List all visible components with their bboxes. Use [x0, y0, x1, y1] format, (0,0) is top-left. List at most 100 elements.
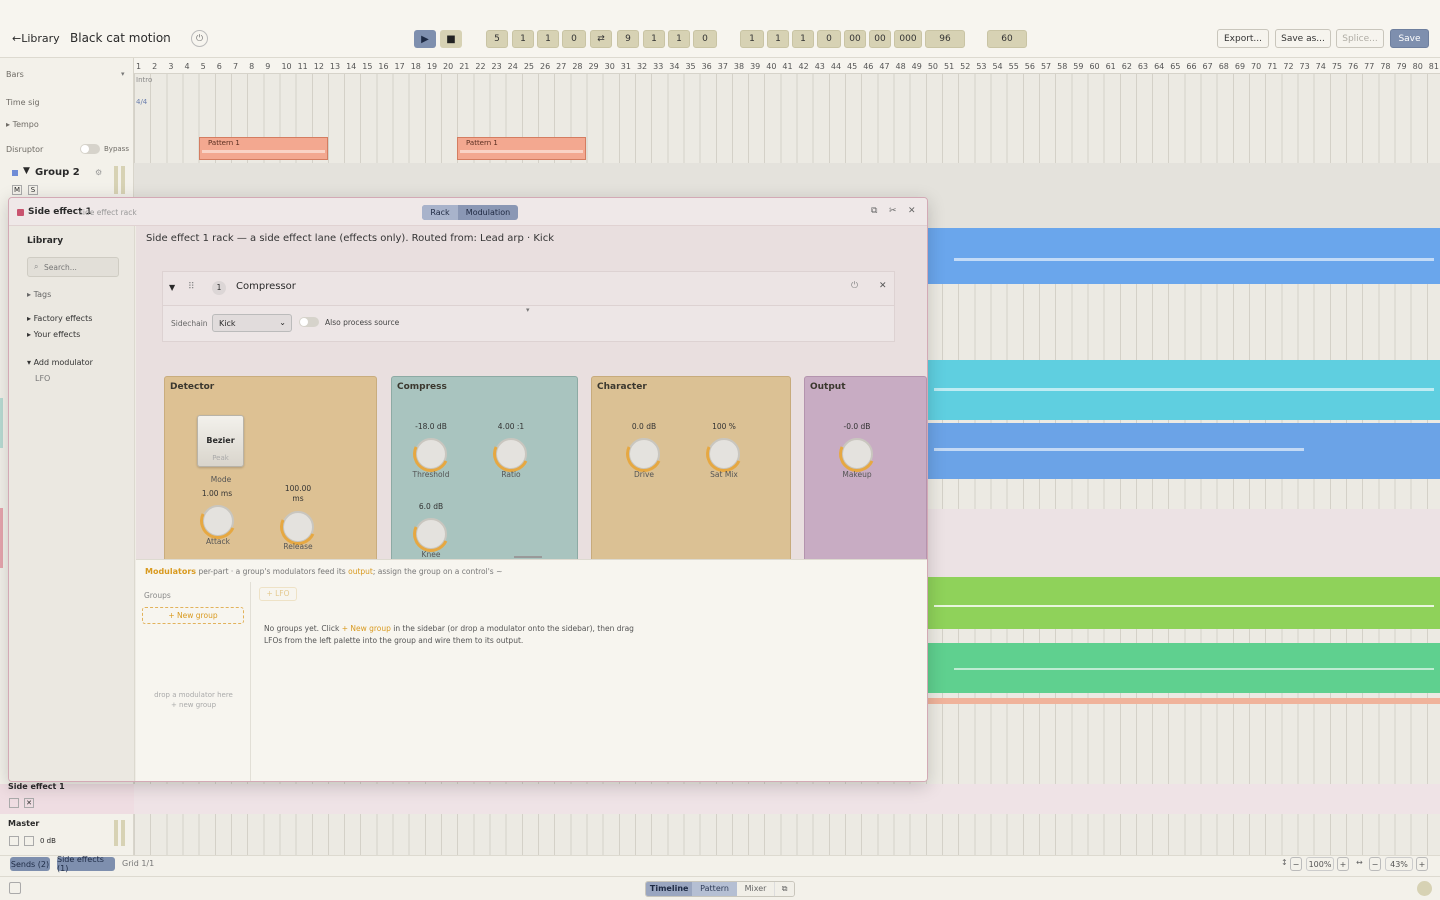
side-effects-button[interactable]: Side effects (1) [57, 855, 115, 873]
bar-number[interactable]: 50 [928, 62, 938, 71]
bar-number[interactable]: 14 [346, 62, 356, 71]
makeup-value[interactable]: -0.0 dB [827, 422, 887, 431]
library-search-input[interactable] [44, 261, 116, 273]
status-indicator-icon[interactable] [1417, 881, 1432, 896]
bar-number[interactable]: 21 [459, 62, 469, 71]
pattern-clip[interactable]: Pattern 1 [199, 137, 328, 160]
bar-number[interactable]: 10 [281, 62, 291, 71]
tab-rack[interactable]: Rack [422, 205, 458, 220]
bar-number[interactable]: 12 [314, 62, 324, 71]
tempo-cell[interactable]: 60 [987, 30, 1027, 48]
tempo-lane-toggle[interactable]: ▸ Tempo [6, 120, 39, 129]
lfo-chip[interactable]: + LFO [259, 587, 297, 601]
bar-number[interactable]: 64 [1154, 62, 1164, 71]
bar-number[interactable]: 8 [249, 62, 254, 71]
your-effects-toggle[interactable]: ▸ Your effects [27, 330, 80, 339]
sidebar-toggle-icon[interactable] [9, 882, 21, 894]
intro-marker[interactable]: Intro [136, 76, 152, 84]
bar-number[interactable]: 3 [168, 62, 173, 71]
bar-number[interactable]: 7 [233, 62, 238, 71]
bar-number[interactable]: 37 [718, 62, 728, 71]
time-cell-5[interactable]: 00 [844, 30, 866, 48]
attack-value[interactable]: 1.00 ms [187, 489, 247, 498]
bar-number[interactable]: 20 [443, 62, 453, 71]
ppq-cell[interactable]: 96 [925, 30, 965, 48]
lfo-palette-item[interactable]: LFO [35, 374, 50, 383]
bar-number[interactable]: 76 [1348, 62, 1358, 71]
bar-number[interactable]: 58 [1057, 62, 1067, 71]
play-button[interactable]: ▶ [414, 30, 436, 48]
bar-number[interactable]: 78 [1380, 62, 1390, 71]
chevron-down-icon[interactable]: ▾ [526, 306, 530, 314]
group-collapse-toggle[interactable]: ▼ [23, 166, 30, 176]
bar-number[interactable]: 15 [362, 62, 372, 71]
bar-number[interactable]: 48 [896, 62, 906, 71]
stop-button[interactable]: ■ [440, 30, 462, 48]
bar-number[interactable]: 17 [395, 62, 405, 71]
threshold-knob[interactable] [415, 438, 447, 470]
bar-number[interactable]: 30 [605, 62, 615, 71]
bar-number[interactable]: 19 [427, 62, 437, 71]
bar-number[interactable]: 70 [1251, 62, 1261, 71]
bar-number[interactable]: 29 [588, 62, 598, 71]
knee-value[interactable]: 6.0 dB [401, 502, 461, 511]
bar-number[interactable]: 49 [912, 62, 922, 71]
loop-end-beat[interactable]: 1 [643, 30, 665, 48]
bar-number[interactable]: 81 [1429, 62, 1439, 71]
popout-icon[interactable]: ⧉ [774, 882, 794, 896]
h-zoom-in-button[interactable]: + [1416, 857, 1428, 871]
bar-number[interactable]: 59 [1073, 62, 1083, 71]
solo-button[interactable]: S [28, 185, 38, 195]
device-close-icon[interactable]: ✕ [879, 281, 887, 291]
mute-button[interactable]: M [12, 185, 22, 195]
bar-number[interactable]: 2 [152, 62, 157, 71]
device-power-icon[interactable]: ⏻ [851, 281, 858, 291]
bar-number[interactable]: 25 [524, 62, 534, 71]
drive-knob[interactable] [628, 438, 660, 470]
time-sig-value[interactable]: 4/4 [136, 98, 147, 106]
bar-number[interactable]: 56 [1025, 62, 1035, 71]
time-cell-6[interactable]: 00 [869, 30, 891, 48]
bar-number[interactable]: 45 [847, 62, 857, 71]
bar-number[interactable]: 80 [1413, 62, 1423, 71]
loop-end-tick[interactable]: 0 [693, 30, 717, 48]
bar-number[interactable]: 73 [1300, 62, 1310, 71]
time-cell-2[interactable]: 1 [767, 30, 789, 48]
bar-number[interactable]: 36 [702, 62, 712, 71]
bar-number[interactable]: 79 [1396, 62, 1406, 71]
splice-button[interactable]: Splice... [1336, 29, 1384, 48]
ratio-value[interactable]: 4.00 :1 [481, 422, 541, 431]
bar-number[interactable]: 22 [475, 62, 485, 71]
master-volume[interactable]: 0 dB [40, 837, 56, 845]
chevron-down-icon[interactable]: ▾ [121, 70, 125, 78]
bar-number[interactable]: 47 [879, 62, 889, 71]
bar-number[interactable]: 28 [572, 62, 582, 71]
unpin-icon[interactable]: ✂ [889, 206, 897, 216]
bar-number[interactable]: 68 [1219, 62, 1229, 71]
library-search-box[interactable]: ⌕ [27, 257, 119, 277]
master-button[interactable] [9, 836, 19, 846]
horizontal-zoom-value[interactable]: 43% [1385, 857, 1413, 871]
bypass-toggle[interactable] [80, 144, 100, 154]
attack-knob[interactable] [202, 505, 234, 537]
h-zoom-out-button[interactable]: − [1369, 857, 1381, 871]
mode-button[interactable]: Bezier Peak [197, 415, 244, 467]
bar-number[interactable]: 74 [1316, 62, 1326, 71]
bar-number[interactable]: 11 [298, 62, 308, 71]
bar-number[interactable]: 31 [621, 62, 631, 71]
output-link[interactable]: output [348, 567, 373, 576]
drive-value[interactable]: 0.0 dB [614, 422, 674, 431]
tab-timeline[interactable]: Timeline [646, 882, 693, 896]
bar-number[interactable]: 66 [1186, 62, 1196, 71]
side-effect-button[interactable] [9, 798, 19, 808]
time-cell-7[interactable]: 000 [894, 30, 922, 48]
bar-number[interactable]: 69 [1235, 62, 1245, 71]
position-bar[interactable]: 5 [486, 30, 508, 48]
bar-number[interactable]: 23 [492, 62, 502, 71]
release-value[interactable]: 100.00 [268, 484, 328, 493]
rack-titlebar[interactable]: Side effect 1 side effect rack Rack Modu… [9, 198, 927, 226]
bar-number[interactable]: 9 [265, 62, 270, 71]
bar-number[interactable]: 51 [944, 62, 954, 71]
sat-mix-value[interactable]: 100 % [694, 422, 754, 431]
sat-mix-knob[interactable] [708, 438, 740, 470]
